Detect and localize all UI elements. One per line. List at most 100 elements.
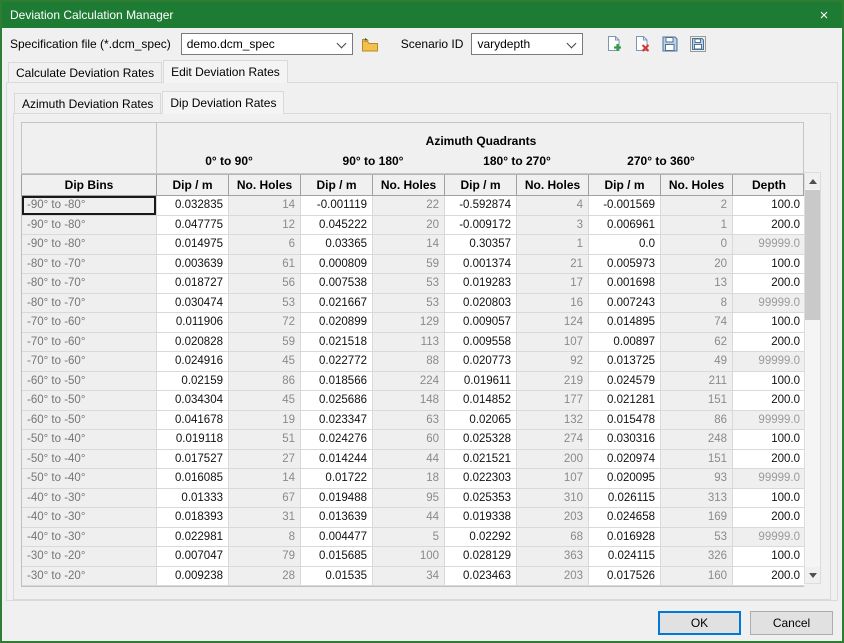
cell-dip[interactable]: 0.018393: [157, 508, 229, 528]
cell-bin[interactable]: -60° to -50°: [22, 391, 157, 411]
cell-dip[interactable]: 0.028129: [445, 547, 517, 567]
cell-dip[interactable]: 0.015478: [589, 411, 661, 431]
cell-holes[interactable]: 129: [373, 313, 445, 333]
cell-holes[interactable]: 53: [661, 528, 733, 548]
tab-edit-deviation-rates[interactable]: Edit Deviation Rates: [163, 60, 288, 83]
cell-holes[interactable]: 6: [229, 235, 301, 255]
cell-bin[interactable]: -90° to -80°: [22, 235, 157, 255]
cell-dip[interactable]: 0.025328: [445, 430, 517, 450]
cell-depth[interactable]: 99999.0: [733, 528, 805, 548]
cell-depth[interactable]: 100.0: [733, 372, 805, 392]
cell-holes[interactable]: 86: [229, 372, 301, 392]
cell-holes[interactable]: 5: [373, 528, 445, 548]
cell-dip[interactable]: -0.009172: [445, 216, 517, 236]
cell-dip[interactable]: 0.045222: [301, 216, 373, 236]
cell-dip[interactable]: 0.021281: [589, 391, 661, 411]
cell-holes[interactable]: 21: [517, 255, 589, 275]
cell-depth[interactable]: 200.0: [733, 567, 805, 587]
cell-dip[interactable]: 0.032835: [157, 196, 229, 216]
cell-bin[interactable]: -60° to -50°: [22, 372, 157, 392]
cell-dip[interactable]: 0.017526: [589, 567, 661, 587]
cell-depth[interactable]: 200.0: [733, 391, 805, 411]
cell-dip[interactable]: 0.024115: [589, 547, 661, 567]
cell-holes[interactable]: 1: [661, 216, 733, 236]
cell-dip[interactable]: -0.592874: [445, 196, 517, 216]
cell-holes[interactable]: 3: [517, 216, 589, 236]
cell-holes[interactable]: 14: [229, 196, 301, 216]
cell-holes[interactable]: 14: [373, 235, 445, 255]
cell-holes[interactable]: 310: [517, 489, 589, 509]
cell-dip[interactable]: 0.022981: [157, 528, 229, 548]
cell-dip[interactable]: 0.001374: [445, 255, 517, 275]
cell-holes[interactable]: 93: [661, 469, 733, 489]
cell-holes[interactable]: 51: [229, 430, 301, 450]
cell-holes[interactable]: 49: [661, 352, 733, 372]
cell-dip[interactable]: 0.015685: [301, 547, 373, 567]
cell-holes[interactable]: 107: [517, 469, 589, 489]
cell-dip[interactable]: 0.016928: [589, 528, 661, 548]
cell-dip[interactable]: 0.01333: [157, 489, 229, 509]
cell-holes[interactable]: 92: [517, 352, 589, 372]
cell-bin[interactable]: -70° to -60°: [22, 352, 157, 372]
cell-holes[interactable]: 18: [373, 469, 445, 489]
cell-bin[interactable]: -90° to -80°: [22, 196, 157, 216]
cell-holes[interactable]: 14: [229, 469, 301, 489]
cell-dip[interactable]: 0.00897: [589, 333, 661, 353]
cell-holes[interactable]: 2: [661, 196, 733, 216]
tab-calculate-deviation-rates[interactable]: Calculate Deviation Rates: [8, 62, 162, 82]
cell-holes[interactable]: 13: [661, 274, 733, 294]
cell-bin[interactable]: -40° to -30°: [22, 528, 157, 548]
cell-dip[interactable]: 0.03365: [301, 235, 373, 255]
cell-dip[interactable]: 0.022772: [301, 352, 373, 372]
cell-depth[interactable]: 100.0: [733, 430, 805, 450]
cell-dip[interactable]: 0.024579: [589, 372, 661, 392]
cell-holes[interactable]: 203: [517, 567, 589, 587]
cell-dip[interactable]: 0.01535: [301, 567, 373, 587]
cell-holes[interactable]: 60: [373, 430, 445, 450]
scenario-id-combobox[interactable]: varydepth: [471, 33, 583, 55]
cancel-button[interactable]: Cancel: [750, 611, 833, 635]
cell-holes[interactable]: 31: [229, 508, 301, 528]
cell-dip[interactable]: 0.023463: [445, 567, 517, 587]
cell-dip[interactable]: 0.02159: [157, 372, 229, 392]
column-header-no-holes[interactable]: No. Holes: [661, 175, 733, 195]
cell-dip[interactable]: 0.014852: [445, 391, 517, 411]
cell-depth[interactable]: 200.0: [733, 216, 805, 236]
column-header-dip-m[interactable]: Dip / m: [445, 175, 517, 195]
cell-dip[interactable]: 0.014895: [589, 313, 661, 333]
cell-holes[interactable]: 107: [517, 333, 589, 353]
cell-bin[interactable]: -60° to -50°: [22, 411, 157, 431]
cell-holes[interactable]: 132: [517, 411, 589, 431]
cell-dip[interactable]: 0.020899: [301, 313, 373, 333]
cell-depth[interactable]: 99999.0: [733, 235, 805, 255]
cell-bin[interactable]: -70° to -60°: [22, 333, 157, 353]
cell-dip[interactable]: 0.009238: [157, 567, 229, 587]
cell-dip[interactable]: 0.007243: [589, 294, 661, 314]
cell-dip[interactable]: 0.001698: [589, 274, 661, 294]
cell-holes[interactable]: 177: [517, 391, 589, 411]
cell-holes[interactable]: 63: [373, 411, 445, 431]
cell-dip[interactable]: 0.007047: [157, 547, 229, 567]
cell-dip[interactable]: 0.021518: [301, 333, 373, 353]
cell-dip[interactable]: 0.019488: [301, 489, 373, 509]
cell-holes[interactable]: 16: [517, 294, 589, 314]
cell-dip[interactable]: 0.020974: [589, 450, 661, 470]
cell-holes[interactable]: 203: [517, 508, 589, 528]
cell-holes[interactable]: 20: [661, 255, 733, 275]
cell-holes[interactable]: 86: [661, 411, 733, 431]
cell-holes[interactable]: 113: [373, 333, 445, 353]
scroll-down-icon[interactable]: [805, 567, 820, 583]
cell-holes[interactable]: 95: [373, 489, 445, 509]
cell-dip[interactable]: 0.021521: [445, 450, 517, 470]
cell-holes[interactable]: 274: [517, 430, 589, 450]
delete-scenario-icon[interactable]: [631, 33, 653, 55]
cell-holes[interactable]: 88: [373, 352, 445, 372]
spec-file-combobox[interactable]: demo.dcm_spec: [181, 33, 353, 55]
cell-holes[interactable]: 12: [229, 216, 301, 236]
cell-holes[interactable]: 45: [229, 391, 301, 411]
cell-dip[interactable]: 0.02292: [445, 528, 517, 548]
cell-holes[interactable]: 148: [373, 391, 445, 411]
column-header-depth[interactable]: Depth: [733, 175, 805, 195]
cell-dip[interactable]: 0.025353: [445, 489, 517, 509]
cell-depth[interactable]: 100.0: [733, 196, 805, 216]
